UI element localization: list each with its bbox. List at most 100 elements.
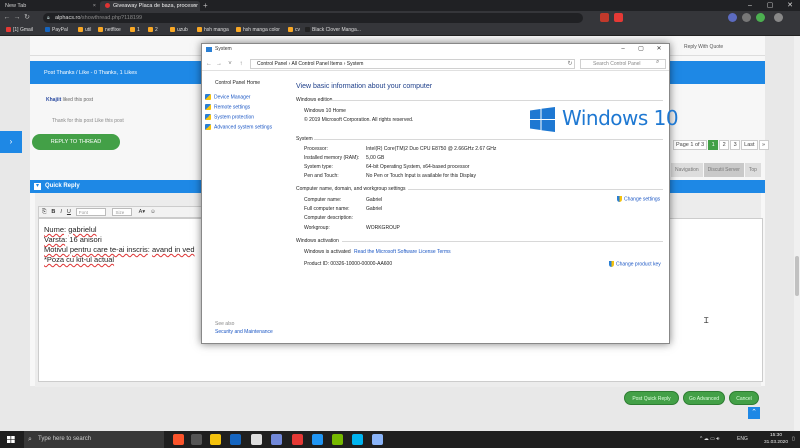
remote-settings-link[interactable]: Remote settings — [205, 104, 250, 110]
thanker-name[interactable]: Khajiit — [46, 97, 61, 103]
bookmark-gmail[interactable]: [1] Gmail — [6, 25, 33, 36]
back-icon[interactable]: ← — [205, 57, 213, 71]
scroll-to-top-icon[interactable]: ⌃ — [748, 407, 760, 419]
extension-brave-icon[interactable] — [600, 13, 609, 22]
breadcrumb-system[interactable]: System — [347, 61, 364, 67]
computer-name-value: Gabriel — [366, 197, 383, 203]
forward-icon[interactable]: → — [215, 57, 223, 71]
app-icon[interactable] — [312, 434, 323, 445]
bookmark-black-clover[interactable]: Black Clover Manga... — [305, 25, 361, 36]
text-color-icon[interactable]: A▾ — [139, 209, 145, 215]
calculator-icon[interactable] — [251, 434, 262, 445]
control-panel-search[interactable]: Search Control Panel — [580, 59, 666, 69]
task-view-icon[interactable] — [191, 434, 202, 445]
recent-locations-icon[interactable]: ˅ — [226, 57, 234, 71]
discord-icon[interactable] — [271, 434, 282, 445]
minimize-icon[interactable]: – — [740, 0, 760, 11]
bookmark-util[interactable]: util — [78, 25, 91, 36]
italic-icon[interactable]: I — [60, 209, 62, 215]
brave-browser-icon[interactable] — [173, 434, 184, 445]
change-product-key-link[interactable]: Change product key — [609, 261, 661, 267]
page-scrollbar[interactable] — [794, 36, 800, 431]
reply-to-thread-button[interactable]: REPLY TO THREAD — [32, 134, 120, 150]
shield-icon — [609, 261, 614, 267]
extension-icon[interactable] — [756, 13, 765, 22]
last-page-arrow-icon[interactable]: » — [758, 140, 769, 150]
refresh-icon[interactable]: ↻ — [566, 57, 574, 71]
device-manager-link[interactable]: Device Manager — [205, 94, 250, 100]
license-terms-link[interactable]: Read the Microsoft Software License Term… — [354, 249, 451, 255]
tab-discutii-server[interactable]: Discutii Server — [703, 163, 744, 177]
tab-giveaway[interactable]: Giveaway Placa de baza, procesor × — [100, 1, 200, 11]
opera-icon[interactable] — [292, 434, 303, 445]
cancel-button[interactable]: Cancel — [729, 391, 759, 405]
scrollbar-thumb[interactable] — [795, 256, 799, 296]
bookmark-netflixe[interactable]: netflixe — [98, 25, 121, 36]
reply-with-quote-link[interactable]: Reply With Quote — [684, 44, 723, 50]
page-1[interactable]: 1 — [708, 140, 719, 150]
chevron-right-icon[interactable]: › — [0, 131, 22, 153]
minimize-icon[interactable]: – — [614, 44, 632, 55]
forward-icon[interactable]: → — [12, 11, 22, 25]
change-settings-link[interactable]: Change settings — [617, 196, 660, 202]
steam-icon[interactable] — [230, 434, 241, 445]
bookmark-cv[interactable]: cv — [288, 25, 300, 36]
close-tab-icon[interactable]: × — [93, 1, 96, 11]
bold-icon[interactable]: B — [51, 209, 55, 215]
font-select[interactable]: Font — [75, 207, 106, 216]
text-cursor-icon: Ɪ — [704, 316, 709, 325]
breadcrumb-all-items[interactable]: All Control Panel Items — [291, 61, 342, 67]
go-advanced-button[interactable]: Go Advanced — [683, 391, 725, 405]
clock[interactable]: 15:30 31.03.2020 — [762, 432, 790, 446]
address-bar[interactable]: 🔒︎ alphacs.ro/showthread.php?118199 — [43, 13, 583, 23]
profile-avatar-icon[interactable] — [774, 13, 783, 22]
close-window-icon[interactable]: ✕ — [650, 44, 668, 55]
back-icon[interactable]: ← — [2, 11, 12, 25]
tab-new-tab[interactable]: New Tab × — [0, 1, 100, 11]
last-page[interactable]: Last — [741, 140, 758, 150]
extension-icon[interactable] — [728, 13, 737, 22]
up-icon[interactable]: ↑ — [237, 57, 245, 71]
nvidia-icon[interactable] — [332, 434, 343, 445]
system-protection-link[interactable]: System protection — [205, 114, 254, 120]
control-panel-home-link[interactable]: Control Panel Home — [215, 80, 260, 86]
app-icon[interactable] — [352, 434, 363, 445]
file-explorer-icon[interactable] — [210, 434, 221, 445]
collapse-icon[interactable]: ▾ — [34, 183, 41, 190]
thank-links[interactable]: Thank for this post Like this post — [52, 118, 124, 124]
bookmark-uzub[interactable]: uzub — [170, 25, 188, 36]
close-tab-icon[interactable]: × — [193, 1, 196, 11]
new-tab-button[interactable]: + — [203, 0, 208, 11]
windows-logo-icon — [530, 107, 555, 132]
advanced-system-settings-link[interactable]: Advanced system settings — [205, 124, 272, 130]
tray-icons[interactable]: ^ ☁ ▭ 🔊︎ — [700, 431, 719, 448]
reload-icon[interactable]: ↻ — [22, 11, 32, 25]
language-indicator[interactable]: ENG — [737, 431, 748, 448]
maximize-icon[interactable]: ▢ — [632, 44, 650, 55]
start-windows-icon[interactable] — [0, 431, 22, 448]
underline-icon[interactable]: U — [67, 209, 71, 215]
tab-top[interactable]: Top — [744, 163, 761, 177]
taskbar-search[interactable]: ⌕ Type here to search — [24, 431, 164, 448]
breadcrumb-control-panel[interactable]: Control Panel — [257, 61, 287, 67]
extension-adblock-icon[interactable] — [614, 13, 623, 22]
extension-icon[interactable] — [742, 13, 751, 22]
control-panel-icon[interactable] — [372, 434, 383, 445]
switch-editor-icon[interactable]: ⎘ — [42, 209, 46, 215]
size-select[interactable]: Size — [112, 207, 133, 216]
page-2[interactable]: 2 — [719, 140, 730, 150]
tab-navigation[interactable]: Navigation — [671, 163, 703, 177]
bookmark-hsh-manga-color[interactable]: hsh manga color — [236, 25, 280, 36]
maximize-icon[interactable]: ▢ — [760, 0, 780, 11]
close-window-icon[interactable]: ✕ — [780, 0, 800, 11]
notifications-icon[interactable]: ▯ — [792, 431, 795, 448]
bookmark-paypal[interactable]: PayPal — [45, 25, 68, 36]
bookmark-1[interactable]: 1 — [130, 25, 140, 36]
breadcrumb[interactable]: Control Panel › All Control Panel Items … — [250, 59, 575, 69]
security-maintenance-link[interactable]: Security and Maintenance — [215, 329, 273, 335]
post-quick-reply-button[interactable]: Post Quick Reply — [624, 391, 679, 405]
bookmark-hsh-manga[interactable]: hsh manga — [197, 25, 229, 36]
bookmark-2[interactable]: 2 — [148, 25, 158, 36]
page-3[interactable]: 3 — [730, 140, 741, 150]
smilies-icon[interactable]: ☺ — [150, 209, 156, 215]
